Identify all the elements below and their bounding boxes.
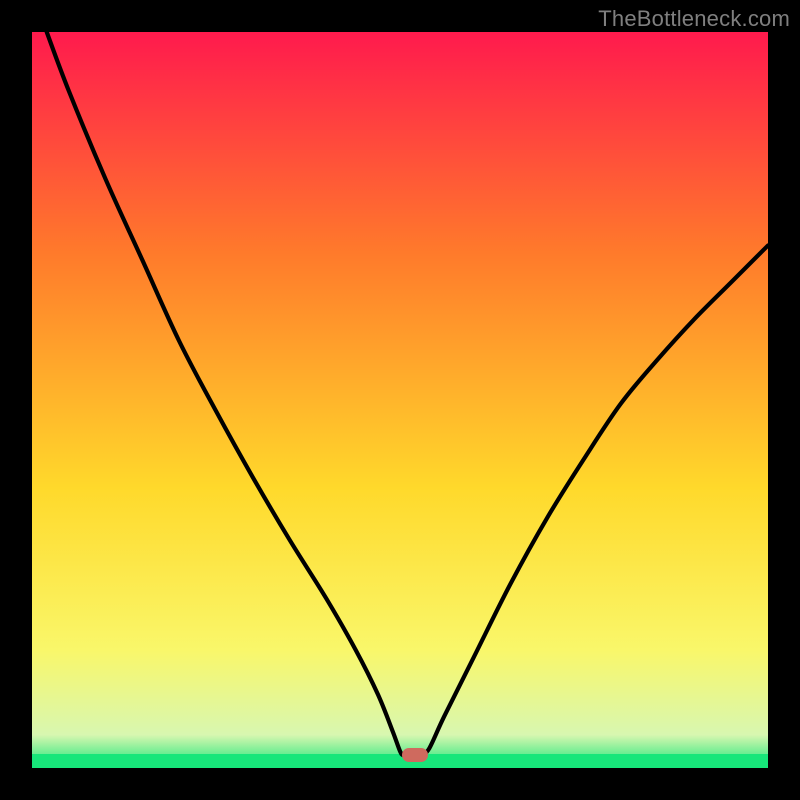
bottleneck-curve-left — [47, 32, 411, 756]
watermark-text: TheBottleneck.com — [598, 6, 790, 32]
bottleneck-curve-right — [422, 245, 768, 755]
bottleneck-marker — [402, 748, 428, 762]
plot-area — [32, 32, 768, 768]
chart-stage: TheBottleneck.com — [0, 0, 800, 800]
curve-layer — [32, 32, 768, 768]
